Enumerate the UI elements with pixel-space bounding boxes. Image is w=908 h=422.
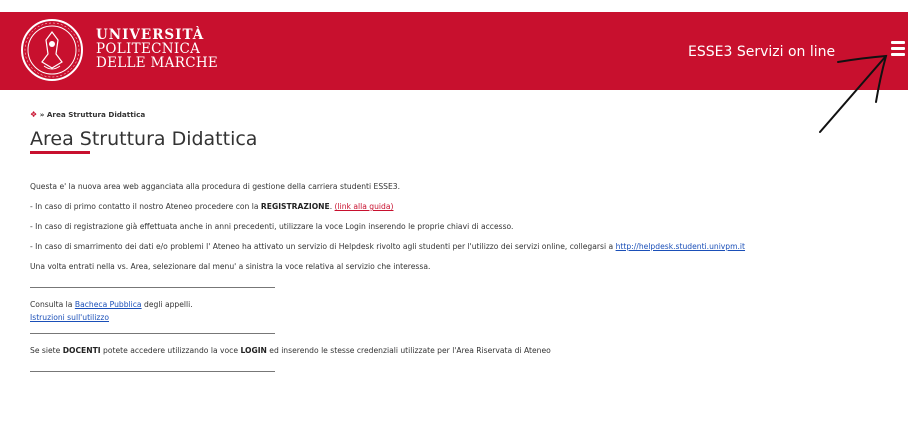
page-title: Area Struttura Didattica [30,128,258,150]
docenti-line: Se siete DOCENTI potete accedere utilizz… [30,344,890,357]
docenti-prefix: Se siete [30,346,63,355]
bacheca-block: Consulta la Bacheca Pubblica degli appel… [30,298,890,324]
docenti-block: Se siete DOCENTI potete accedere utilizz… [30,344,890,357]
guide-link[interactable]: (link alla guida) [335,202,394,211]
intro-line-2: - In caso di primo contatto il nostro At… [30,200,890,213]
university-line-2: POLITECNICA [96,41,201,57]
intro-line-2-text: - In caso di primo contatto il nostro At… [30,202,261,211]
registrazione-label: REGISTRAZIONE [260,202,330,211]
login-label: LOGIN [240,346,267,355]
intro-line-4-text: - In caso di smarrimento dei dati e/o pr… [30,242,616,251]
university-line-1: UNIVERSITÀ [96,27,205,43]
docenti-label: DOCENTI [62,346,101,355]
docenti-middle: potete accedere utilizzando la voce [100,346,241,355]
breadcrumb: ❖ » Area Struttura Didattica [30,110,145,119]
intro-line-1: Questa e' la nuova area web agganciata a… [30,182,401,191]
intro-line-4: - In caso di smarrimento dei dati e/o pr… [30,240,890,253]
home-icon[interactable]: ❖ [30,110,37,119]
divider [30,371,275,372]
divider [30,287,275,288]
annotation-arrow-icon [819,54,888,133]
main-content: Questa e' la nuova area web agganciata a… [30,180,890,382]
header-bar: UNIVERSITÀ POLITECNICA DELLE MARCHE ESSE… [0,12,908,90]
intro-line-3: - In caso di registrazione già effettuat… [30,222,514,231]
helpdesk-link[interactable]: http://helpdesk.studenti.univpm.it [616,242,745,251]
university-name[interactable]: UNIVERSITÀ POLITECNICA DELLE MARCHE [96,28,218,70]
university-line-3: DELLE MARCHE [96,55,219,71]
breadcrumb-separator: » [39,110,45,119]
bacheca-prefix: Consulta la [30,300,75,309]
breadcrumb-current: Area Struttura Didattica [46,110,146,119]
divider [30,333,275,334]
istruzioni-link[interactable]: Istruzioni sull'utilizzo [30,313,109,322]
docenti-suffix: ed inserendo le stesse credenziali utili… [266,346,551,355]
intro-line-5: Una volta entrati nella vs. Area, selezi… [30,262,431,271]
bacheca-line: Consulta la Bacheca Pubblica degli appel… [30,298,890,311]
bacheca-pubblica-link[interactable]: Bacheca Pubblica [75,300,142,309]
bacheca-suffix: degli appelli. [141,300,193,309]
istruzioni-line: Istruzioni sull'utilizzo [30,311,890,324]
title-underline [30,151,90,154]
university-seal-logo[interactable] [20,18,84,82]
